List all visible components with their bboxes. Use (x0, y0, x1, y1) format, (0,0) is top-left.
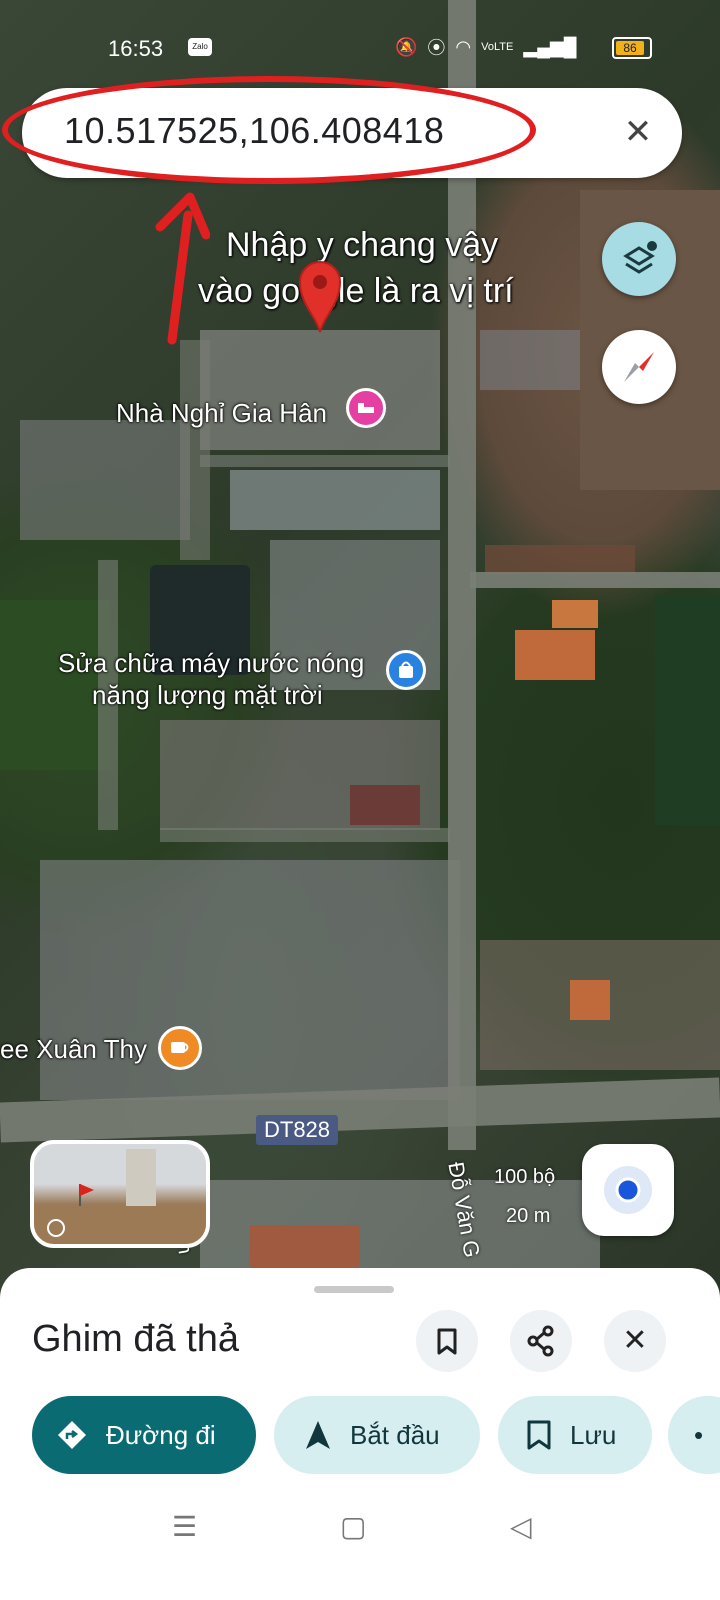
save-button[interactable]: Lưu (498, 1396, 652, 1474)
red-arrow-icon (155, 192, 210, 345)
compass-button[interactable] (602, 330, 676, 404)
map-buildings (350, 785, 420, 825)
map-buildings (570, 980, 610, 1020)
status-time: 16:53 (108, 36, 164, 61)
layers-button[interactable] (602, 222, 676, 296)
share-button[interactable] (510, 1310, 572, 1372)
map-buildings (20, 420, 190, 540)
directions-button[interactable]: Đường đi (32, 1396, 256, 1474)
menu-nav-icon[interactable]: ☰ (172, 1510, 197, 1543)
signal-icon: ▂▄▆█ (523, 36, 577, 57)
map-field (655, 595, 720, 825)
save-label: Lưu (570, 1419, 617, 1450)
annotation-line-1: Nhập y chang vậy (226, 226, 499, 264)
hotel-bed-icon[interactable] (346, 388, 386, 428)
place-label-guesthouse[interactable]: Nhà Nghỉ Gia Hân (116, 398, 327, 429)
share-icon (527, 1325, 554, 1357)
place-label-repair-line2[interactable]: năng lượng mặt trời (92, 680, 323, 711)
close-sheet-button[interactable]: ✕ (604, 1310, 666, 1372)
location-icon: ⦿ (427, 38, 446, 58)
sheet-title: Ghim đã thả (32, 1318, 239, 1360)
system-nav-bar: ☰ ▢ ◁ (0, 1490, 720, 1600)
wifi-icon: ◠ (455, 36, 472, 57)
street-view-thumbnail[interactable] (30, 1140, 210, 1248)
compass-icon (624, 352, 654, 382)
battery-level: 86 (616, 41, 644, 55)
more-actions-icon: • (694, 1419, 704, 1450)
my-location-button[interactable] (582, 1144, 674, 1236)
mute-icon: 🔕 (395, 36, 418, 57)
zalo-notification-icon: Zalo (188, 38, 212, 56)
home-nav-icon[interactable]: ▢ (340, 1510, 366, 1543)
annotation-line-2: vào google là ra vị trí (198, 272, 514, 310)
map-buildings (250, 1225, 360, 1270)
layers-icon (623, 241, 657, 274)
status-icons: 🔕 ⦿ ◠ VoLTE ▂▄▆█ (395, 36, 577, 59)
place-label-cafe[interactable]: ee Xuân Thy (0, 1034, 147, 1065)
map-buildings (485, 545, 635, 575)
back-nav-icon[interactable]: ◁ (510, 1510, 532, 1543)
map-road (180, 340, 210, 560)
save-bookmark-button[interactable] (416, 1310, 478, 1372)
map-buildings (552, 600, 598, 628)
bookmark-icon (527, 1420, 551, 1450)
battery-icon: 86 (612, 37, 652, 59)
scale-feet: 100 bộ (494, 1166, 556, 1188)
status-bar: 16:53 Zalo 🔕 ⦿ ◠ VoLTE ▂▄▆█ 86 (0, 0, 720, 80)
my-location-icon (604, 1166, 652, 1214)
volte-icon: VoLTE (481, 41, 514, 53)
place-label-repair-line1[interactable]: Sửa chữa máy nước nóng (58, 648, 364, 679)
dropped-pin-icon[interactable] (296, 258, 344, 334)
map-buildings (480, 330, 580, 390)
start-label: Bắt đầu (350, 1419, 440, 1450)
map-road (160, 828, 450, 842)
clear-search-button[interactable]: ✕ (618, 112, 658, 152)
start-button[interactable]: Bắt đầu (274, 1396, 480, 1474)
map-buildings (515, 630, 595, 680)
scale-meters: 20 m (506, 1205, 551, 1227)
road-label-dt828: DT828 (256, 1115, 339, 1145)
bookmark-icon (437, 1328, 457, 1355)
sheet-drag-handle[interactable] (314, 1286, 394, 1293)
street-view-photo (34, 1149, 206, 1244)
directions-icon (58, 1421, 86, 1449)
shopping-bag-icon[interactable] (386, 650, 426, 690)
red-highlight-oval (2, 76, 536, 184)
map-road (470, 572, 720, 588)
map-road (200, 455, 450, 467)
map-buildings (200, 330, 440, 450)
cafe-cup-icon[interactable] (158, 1026, 202, 1070)
map-buildings (230, 470, 440, 530)
directions-label: Đường đi (106, 1419, 216, 1450)
more-actions-chip[interactable]: • (668, 1396, 720, 1474)
navigation-arrow-icon (306, 1421, 330, 1449)
